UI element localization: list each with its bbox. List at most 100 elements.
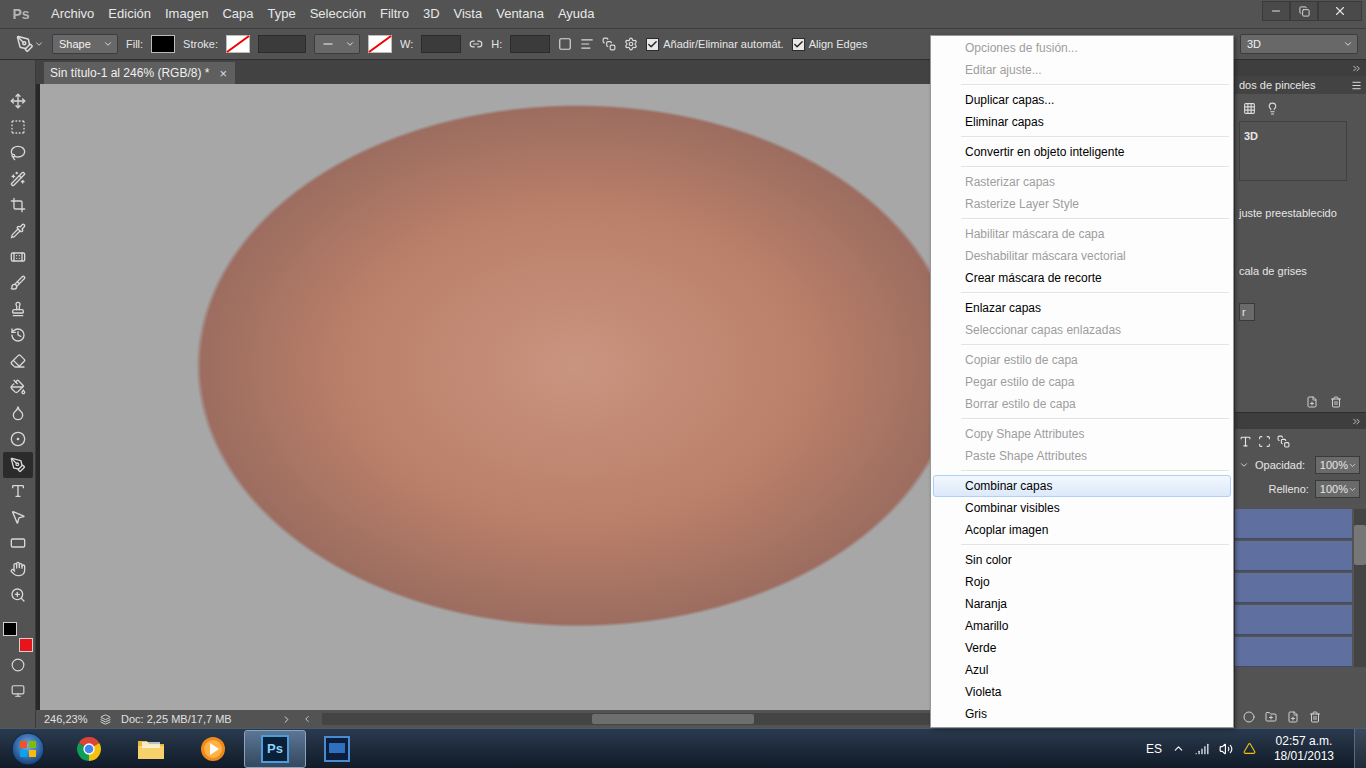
context-menu-item[interactable]: Duplicar capas...: [933, 89, 1231, 111]
taskbar-app[interactable]: Ps: [244, 730, 306, 768]
workspace-dropdown[interactable]: 3D: [1240, 34, 1358, 54]
status-menu[interactable]: [281, 714, 292, 725]
tool-preset[interactable]: [16, 35, 44, 53]
tool-button[interactable]: [3, 556, 33, 582]
tool-button[interactable]: [3, 374, 33, 400]
panel-option[interactable]: cala de grises: [1239, 245, 1366, 297]
context-menu-item[interactable]: Azul: [933, 659, 1231, 681]
drive-icon[interactable]: [1243, 742, 1256, 755]
volume-icon[interactable]: [1219, 742, 1233, 756]
tool-button[interactable]: [3, 322, 33, 348]
tool-button[interactable]: [3, 504, 33, 530]
stroke-type-dropdown[interactable]: [314, 34, 360, 54]
chevron-down-icon[interactable]: [1239, 460, 1249, 470]
tool-button[interactable]: [3, 400, 33, 426]
type-filter-icon[interactable]: [1239, 435, 1252, 448]
tool-button[interactable]: [3, 244, 33, 270]
menu-item[interactable]: Capa: [215, 0, 260, 28]
clock[interactable]: 02:57 a.m.18/01/2013: [1266, 734, 1344, 764]
context-menu-item[interactable]: Enlazar capas: [933, 297, 1231, 319]
menu-item[interactable]: Archivo: [44, 0, 101, 28]
menu-item[interactable]: Type: [260, 0, 302, 28]
menu-item[interactable]: Ayuda: [551, 0, 602, 28]
trash-icon[interactable]: [1330, 396, 1342, 408]
height-field[interactable]: [510, 35, 550, 53]
tool-button[interactable]: [3, 114, 33, 140]
fill-field[interactable]: 100%: [1315, 480, 1360, 498]
menu-item[interactable]: Vista: [447, 0, 490, 28]
collapse-icon[interactable]: [1351, 63, 1362, 74]
group-icon[interactable]: [1265, 711, 1277, 723]
tool-button[interactable]: [3, 140, 33, 166]
scroll-thumb[interactable]: [592, 714, 754, 724]
show-desktop-button[interactable]: [1354, 729, 1366, 768]
trash-icon[interactable]: [1309, 711, 1321, 723]
context-menu-item[interactable]: Eliminar capas: [933, 111, 1231, 133]
new-layer-icon[interactable]: [1287, 711, 1299, 723]
restore-button[interactable]: [1290, 1, 1318, 21]
context-menu-item[interactable]: Gris: [933, 703, 1231, 725]
language-indicator[interactable]: ES: [1146, 742, 1162, 756]
context-menu-item[interactable]: Naranja: [933, 593, 1231, 615]
transform-filter-icon[interactable]: [1258, 435, 1271, 448]
layer-row[interactable]: [1235, 573, 1352, 603]
layer-row[interactable]: [1235, 605, 1352, 635]
context-menu-item[interactable]: Acoplar imagen: [933, 519, 1231, 541]
mode-dropdown[interactable]: Shape: [52, 34, 118, 54]
context-menu-item[interactable]: Rojo: [933, 571, 1231, 593]
layer-row[interactable]: [1235, 637, 1352, 667]
tool-button[interactable]: [3, 270, 33, 296]
tool-button[interactable]: [3, 452, 33, 478]
tool-button[interactable]: [3, 348, 33, 374]
tool-button[interactable]: [3, 192, 33, 218]
path-alignment-button[interactable]: [580, 37, 594, 51]
context-menu-item[interactable]: Crear máscara de recorte: [933, 267, 1231, 289]
path-arrangement-button[interactable]: [602, 37, 616, 51]
start-button[interactable]: [8, 731, 48, 767]
tool-button[interactable]: [3, 478, 33, 504]
panel-option[interactable]: juste preestablecido: [1239, 187, 1366, 239]
layer-row[interactable]: [1235, 509, 1352, 539]
fill-swatch[interactable]: [151, 35, 175, 53]
context-menu-item[interactable]: Amarillo: [933, 615, 1231, 637]
no-stroke-icon[interactable]: [368, 35, 392, 53]
opacity-field[interactable]: 100%: [1315, 456, 1360, 474]
quick-mask-button[interactable]: [3, 652, 33, 678]
document-tab[interactable]: Sin título-1 al 246% (RGB/8) *×: [44, 62, 235, 84]
tool-button[interactable]: [3, 530, 33, 556]
menu-item[interactable]: Imagen: [158, 0, 215, 28]
foreground-color[interactable]: [3, 622, 17, 636]
settings-button[interactable]: [624, 37, 638, 51]
menu-item[interactable]: Edición: [101, 0, 158, 28]
context-menu-item[interactable]: Convertir en objeto inteligente: [933, 141, 1231, 163]
status-icon[interactable]: [100, 714, 111, 725]
option-checkbox[interactable]: Añadir/Eliminar automát.: [646, 38, 783, 51]
context-menu-item[interactable]: Sin color: [933, 549, 1231, 571]
context-menu-item[interactable]: Combinar capas: [933, 475, 1231, 497]
menu-item[interactable]: Selección: [303, 0, 373, 28]
menu-item[interactable]: Filtro: [373, 0, 416, 28]
stroke-width-field[interactable]: [258, 35, 306, 53]
background-color[interactable]: [19, 638, 33, 652]
tool-button[interactable]: [3, 88, 33, 114]
width-field[interactable]: [421, 35, 461, 53]
taskbar-app[interactable]: [306, 730, 368, 768]
tool-button[interactable]: [3, 218, 33, 244]
minimize-button[interactable]: [1262, 1, 1290, 21]
tool-button[interactable]: [3, 166, 33, 192]
collapse-icon[interactable]: [1351, 416, 1362, 427]
menu-item[interactable]: 3D: [416, 0, 447, 28]
taskbar-app[interactable]: [120, 730, 182, 768]
light-icon[interactable]: [1266, 102, 1279, 115]
smart-filter-icon[interactable]: [1277, 435, 1290, 448]
tool-button[interactable]: [3, 296, 33, 322]
link-button[interactable]: [469, 37, 483, 51]
layer-row[interactable]: [1235, 541, 1352, 571]
panel-tab[interactable]: dos de pinceles: [1239, 79, 1315, 91]
no-stroke-icon[interactable]: [226, 35, 250, 53]
option-checkbox[interactable]: Align Edges: [792, 38, 868, 51]
adjustment-icon[interactable]: [1243, 711, 1255, 723]
checkbox[interactable]: [792, 38, 805, 51]
tool-button[interactable]: [3, 582, 33, 608]
path-operations-button[interactable]: [558, 37, 572, 51]
